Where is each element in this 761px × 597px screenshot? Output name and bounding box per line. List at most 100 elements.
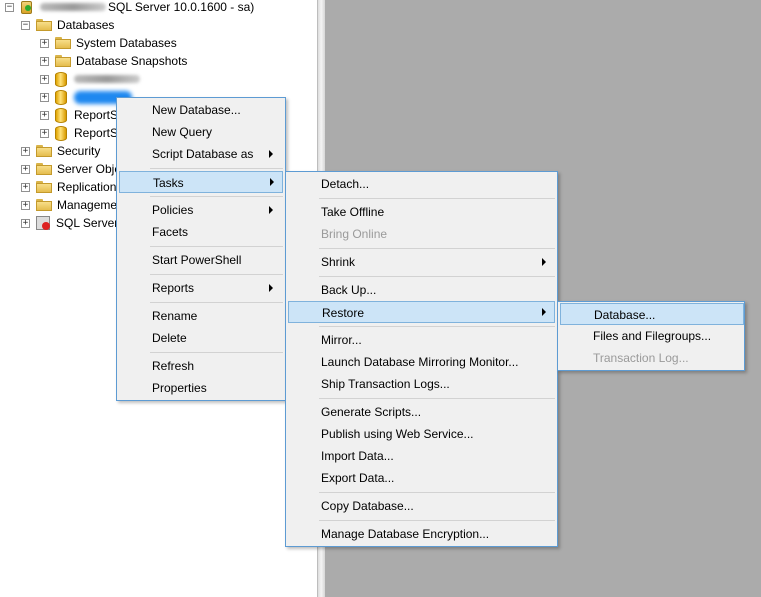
database-context-menu: New Database... New Query Script Databas… [116, 97, 286, 401]
collapse-icon[interactable]: − [5, 2, 14, 12]
menu-separator [150, 302, 283, 303]
menu-item-label: Properties [152, 381, 207, 395]
menu-item-copy-database[interactable]: Copy Database... [286, 495, 557, 517]
folder-icon [36, 163, 52, 175]
expand-icon[interactable]: + [21, 146, 30, 156]
menu-separator [150, 196, 283, 197]
folder-icon [55, 55, 71, 67]
menu-item-new-database[interactable]: New Database... [117, 99, 285, 121]
tree-node-reportserver-temp[interactable]: + ReportS [40, 124, 118, 142]
menu-item-launch-mirroring-monitor[interactable]: Launch Database Mirroring Monitor... [286, 351, 557, 373]
folder-icon [36, 19, 52, 31]
tree-node-security[interactable]: + Security [21, 142, 100, 160]
folder-icon [36, 181, 52, 193]
tasks-submenu: Detach... Take Offline Bring Online Shri… [285, 171, 558, 547]
menu-item-label: Policies [152, 203, 194, 217]
expand-icon[interactable]: + [40, 56, 49, 66]
tree-node-database-redacted-1[interactable]: + [40, 70, 142, 88]
tree-node-label: Security [57, 144, 101, 158]
menu-item-facets[interactable]: Facets [117, 221, 285, 243]
menu-item-label: Delete [152, 331, 187, 345]
submenu-arrow-icon [270, 178, 274, 186]
menu-item-label: Script Database as [152, 147, 254, 161]
expand-icon[interactable]: + [40, 74, 49, 84]
folder-icon [36, 199, 52, 211]
collapse-icon[interactable]: − [21, 20, 30, 30]
tree-node-replication[interactable]: + Replication [21, 178, 116, 196]
menu-item-label: Reports [152, 281, 195, 295]
expand-icon[interactable]: + [40, 92, 49, 102]
menu-item-label: Publish using Web Service... [321, 427, 474, 441]
tree-node-database-snapshots[interactable]: + Database Snapshots [40, 52, 187, 70]
menu-item-label: Import Data... [321, 449, 394, 463]
server-node[interactable]: − SQL Server 10.0.1600 - sa) [5, 0, 254, 16]
menu-item-label: Manage Database Encryption... [321, 527, 490, 541]
menu-item-take-offline[interactable]: Take Offline [286, 201, 557, 223]
menu-item-start-powershell[interactable]: Start PowerShell [117, 249, 285, 271]
menu-item-label: Mirror... [321, 333, 362, 347]
tree-node-databases[interactable]: − Databases [21, 16, 114, 34]
menu-item-publish-web-service[interactable]: Publish using Web Service... [286, 423, 557, 445]
menu-item-label: Shrink [321, 255, 356, 269]
expand-icon[interactable]: + [40, 110, 49, 120]
menu-item-import-data[interactable]: Import Data... [286, 445, 557, 467]
menu-item-label: Rename [152, 309, 198, 323]
menu-item-script-database-as[interactable]: Script Database as [117, 143, 285, 165]
expand-icon[interactable]: + [21, 182, 30, 192]
menu-item-label: Export Data... [321, 471, 395, 485]
menu-item-mirror[interactable]: Mirror... [286, 329, 557, 351]
menu-item-label: Launch Database Mirroring Monitor... [321, 355, 519, 369]
menu-item-detach[interactable]: Detach... [286, 173, 557, 195]
menu-item-rename[interactable]: Rename [117, 305, 285, 327]
menu-item-back-up[interactable]: Back Up... [286, 279, 557, 301]
menu-item-policies[interactable]: Policies [117, 199, 285, 221]
menu-item-ship-transaction-logs[interactable]: Ship Transaction Logs... [286, 373, 557, 395]
menu-item-delete[interactable]: Delete [117, 327, 285, 349]
menu-item-label: Tasks [153, 176, 184, 190]
menu-item-label: Files and Filegroups... [593, 329, 712, 343]
menu-separator [319, 398, 555, 399]
menu-item-reports[interactable]: Reports [117, 277, 285, 299]
tree-node-label: Server Obje [57, 162, 122, 176]
menu-separator [150, 352, 283, 353]
database-icon [55, 89, 67, 105]
menu-item-label: Database... [594, 308, 656, 322]
tree-node-sql-server-agent[interactable]: + SQL Server [21, 214, 118, 232]
menu-item-manage-database-encryption[interactable]: Manage Database Encryption... [286, 523, 557, 545]
menu-item-shrink[interactable]: Shrink [286, 251, 557, 273]
menu-item-bring-online: Bring Online [286, 223, 557, 245]
menu-item-export-data[interactable]: Export Data... [286, 467, 557, 489]
tree-node-reportserver[interactable]: + ReportS [40, 106, 118, 124]
menu-item-refresh[interactable]: Refresh [117, 355, 285, 377]
menu-item-label: Generate Scripts... [321, 405, 422, 419]
menu-item-generate-scripts[interactable]: Generate Scripts... [286, 401, 557, 423]
expand-icon[interactable]: + [40, 38, 49, 48]
menu-separator [319, 326, 555, 327]
expand-icon[interactable]: + [21, 200, 30, 210]
menu-item-label: Transaction Log... [593, 351, 689, 365]
server-icon [20, 0, 34, 15]
restore-submenu: Database... Files and Filegroups... Tran… [557, 301, 745, 371]
menu-item-label: Start PowerShell [152, 253, 242, 267]
folder-icon [36, 145, 52, 157]
menu-item-label: Copy Database... [321, 499, 414, 513]
menu-item-restore[interactable]: Restore [288, 301, 555, 323]
menu-item-files-and-filegroups[interactable]: Files and Filegroups... [558, 325, 744, 347]
menu-item-new-query[interactable]: New Query [117, 121, 285, 143]
tree-node-system-databases[interactable]: + System Databases [40, 34, 177, 52]
menu-item-properties[interactable]: Properties [117, 377, 285, 399]
menu-item-label: Back Up... [321, 283, 377, 297]
menu-separator [319, 520, 555, 521]
tree-node-label: ReportS [74, 108, 119, 122]
tree-node-server-objects[interactable]: + Server Obje [21, 160, 121, 178]
menu-item-restore-database[interactable]: Database... [560, 303, 744, 325]
expand-icon[interactable]: + [40, 128, 49, 138]
menu-item-tasks[interactable]: Tasks [119, 171, 283, 193]
menu-item-transaction-log: Transaction Log... [558, 347, 744, 369]
tree-node-label: SQL Server [56, 216, 119, 230]
expand-icon[interactable]: + [21, 164, 30, 174]
expand-icon[interactable]: + [21, 218, 30, 228]
tree-node-management[interactable]: + Manageme [21, 196, 117, 214]
menu-separator [319, 492, 555, 493]
database-icon [55, 71, 67, 87]
